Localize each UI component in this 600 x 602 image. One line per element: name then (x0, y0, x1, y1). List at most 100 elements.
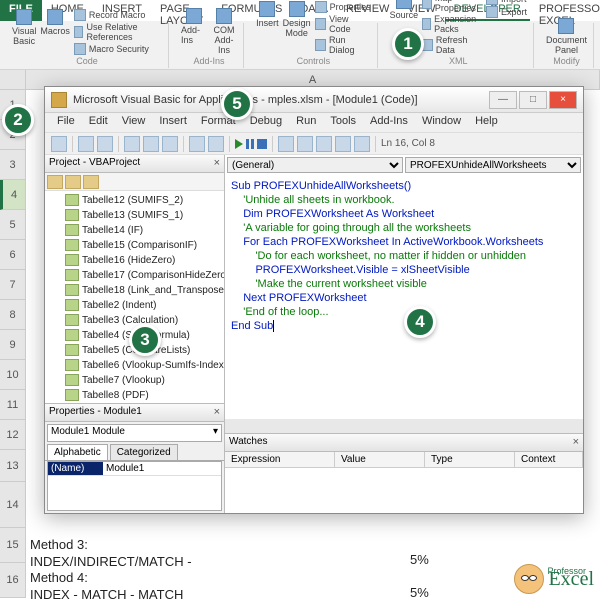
watches-panel-title: Watches× (225, 434, 583, 452)
tree-sheet-item[interactable]: Tabelle13 (SUMIFS_1) (47, 208, 222, 223)
props-tab-alphabetic[interactable]: Alphabetic (47, 444, 108, 460)
props-tab-categorized[interactable]: Categorized (110, 444, 178, 460)
props-close-icon[interactable]: × (214, 406, 220, 419)
row-header-7[interactable]: 7 (0, 270, 26, 300)
redo-icon[interactable] (208, 136, 224, 152)
map-properties-button[interactable]: Map Properties (422, 0, 482, 13)
object-browser-icon[interactable] (335, 136, 351, 152)
watch-col-type[interactable]: Type (425, 452, 515, 467)
menu-file[interactable]: File (51, 113, 81, 132)
view-object-icon[interactable] (65, 175, 81, 189)
watches-close-icon[interactable]: × (573, 436, 579, 449)
row-header-16[interactable]: 16 (0, 563, 26, 598)
row-header-15[interactable]: 15 (0, 528, 26, 563)
document-panel-button[interactable]: Document Panel (546, 18, 587, 55)
menu-insert[interactable]: Insert (153, 113, 193, 132)
relative-refs-button[interactable]: Use Relative References (74, 22, 162, 42)
group-addins: Add-Ins COM Add-Ins Add-Ins (175, 23, 244, 68)
code-proc-dropdown[interactable]: PROFEXUnhideAllWorksheets (405, 157, 581, 173)
watches-body[interactable] (225, 468, 583, 513)
macro-security-button[interactable]: Macro Security (74, 43, 162, 55)
com-addins-button[interactable]: COM Add-Ins (211, 8, 237, 55)
menu-view[interactable]: View (116, 113, 152, 132)
row-header-4[interactable]: 4 (0, 180, 26, 210)
menu-tools[interactable]: Tools (324, 113, 362, 132)
watch-col-value[interactable]: Value (335, 452, 425, 467)
design-mode-button[interactable]: Design Mode (283, 1, 311, 38)
code-hscrollbar[interactable] (225, 419, 583, 433)
xml-source-button[interactable]: Source (390, 0, 419, 20)
view-code-proj-icon[interactable] (47, 175, 63, 189)
menu-addins[interactable]: Add-Ins (364, 113, 414, 132)
close-button[interactable]: × (549, 91, 577, 109)
stop-icon[interactable] (257, 139, 267, 149)
save-icon[interactable] (97, 136, 113, 152)
row-header-14[interactable]: 14 (0, 482, 26, 528)
project-explorer-icon[interactable] (297, 136, 313, 152)
maximize-button[interactable]: □ (519, 91, 547, 109)
vba-titlebar[interactable]: Microsoft Visual Basic for Applications … (45, 87, 583, 113)
menu-run[interactable]: Run (290, 113, 322, 132)
copy-icon[interactable] (143, 136, 159, 152)
expansion-packs-button[interactable]: Expansion Packs (422, 14, 482, 34)
run-dialog-button[interactable]: Run Dialog (315, 35, 371, 55)
code-scope-dropdown[interactable]: (General) (227, 157, 403, 173)
menu-edit[interactable]: Edit (83, 113, 114, 132)
cell-pct15: 5% (410, 552, 429, 567)
menu-window[interactable]: Window (416, 113, 467, 132)
code-editor[interactable]: Sub PROFEXUnhideAllWorksheets() 'Unhide … (225, 175, 583, 419)
tree-sheet-item[interactable]: Tabelle3 (Calculation) (47, 313, 222, 328)
row-header-8[interactable]: 8 (0, 300, 26, 330)
tree-sheet-item[interactable]: Tabelle8 (PDF) (47, 388, 222, 403)
row-header-10[interactable]: 10 (0, 360, 26, 390)
watch-col-context[interactable]: Context (515, 452, 583, 467)
view-excel-icon[interactable] (51, 136, 67, 152)
macros-button[interactable]: Macros (40, 9, 70, 36)
menu-help[interactable]: Help (469, 113, 504, 132)
addins-button[interactable]: Add-Ins (181, 8, 207, 45)
minimize-button[interactable]: — (489, 91, 517, 109)
tree-sheet-item[interactable]: Tabelle15 (ComparisonIF) (47, 238, 222, 253)
row-header-13[interactable]: 13 (0, 450, 26, 482)
tree-sheet-item[interactable]: Tabelle17 (ComparisonHideZero) (47, 268, 222, 283)
row-header-11[interactable]: 11 (0, 390, 26, 420)
xml-import-button[interactable]: Import (486, 0, 527, 5)
select-all-corner[interactable] (0, 70, 26, 89)
toolbox-icon[interactable] (354, 136, 370, 152)
prop-name-value[interactable]: Module1 (103, 462, 147, 475)
record-macro-button[interactable]: Record Macro (74, 9, 162, 21)
insert-icon[interactable] (78, 136, 94, 152)
properties-button[interactable]: Properties (315, 1, 371, 13)
paste-icon[interactable] (162, 136, 178, 152)
visual-basic-button[interactable]: Visual Basic (12, 9, 36, 46)
row-header-3[interactable]: 3 (0, 150, 26, 180)
props-object-dropdown[interactable]: Module1 Module▾ (47, 424, 222, 442)
watch-col-expression[interactable]: Expression (225, 452, 335, 467)
xml-export-button[interactable]: Export (486, 6, 527, 18)
properties-window-icon[interactable] (316, 136, 332, 152)
project-close-icon[interactable]: × (214, 157, 220, 170)
folder-toggle-icon[interactable] (83, 175, 99, 189)
design-icon[interactable] (278, 136, 294, 152)
tree-sheet-item[interactable]: Tabelle18 (Link_and_Transpose) (47, 283, 222, 298)
tree-sheet-item[interactable]: Tabelle14 (IF) (47, 223, 222, 238)
row-header-9[interactable]: 9 (0, 330, 26, 360)
tree-sheet-item[interactable]: Tabelle7 (Vlookup) (47, 373, 222, 388)
view-code-button[interactable]: View Code (315, 14, 371, 34)
menu-debug[interactable]: Debug (244, 113, 288, 132)
project-tree[interactable]: Tabelle12 (SUMIFS_2)Tabelle13 (SUMIFS_1)… (45, 191, 224, 403)
cut-icon[interactable] (124, 136, 140, 152)
row-header-12[interactable]: 12 (0, 420, 26, 450)
tree-sheet-item[interactable]: Tabelle2 (Indent) (47, 298, 222, 313)
refresh-data-button[interactable]: Refresh Data (422, 35, 482, 55)
group-controls: Insert Design Mode Properties View Code … (250, 23, 378, 68)
pause-icon[interactable] (246, 139, 254, 149)
tree-sheet-item[interactable]: Tabelle12 (SUMIFS_2) (47, 193, 222, 208)
row-header-5[interactable]: 5 (0, 210, 26, 240)
tree-sheet-item[interactable]: Tabelle16 (HideZero) (47, 253, 222, 268)
insert-control-button[interactable]: Insert (256, 1, 279, 28)
tree-sheet-item[interactable]: Tabelle6 (Vlookup-SumIfs-Index) (47, 358, 222, 373)
row-header-6[interactable]: 6 (0, 240, 26, 270)
run-icon[interactable] (235, 139, 243, 149)
undo-icon[interactable] (189, 136, 205, 152)
